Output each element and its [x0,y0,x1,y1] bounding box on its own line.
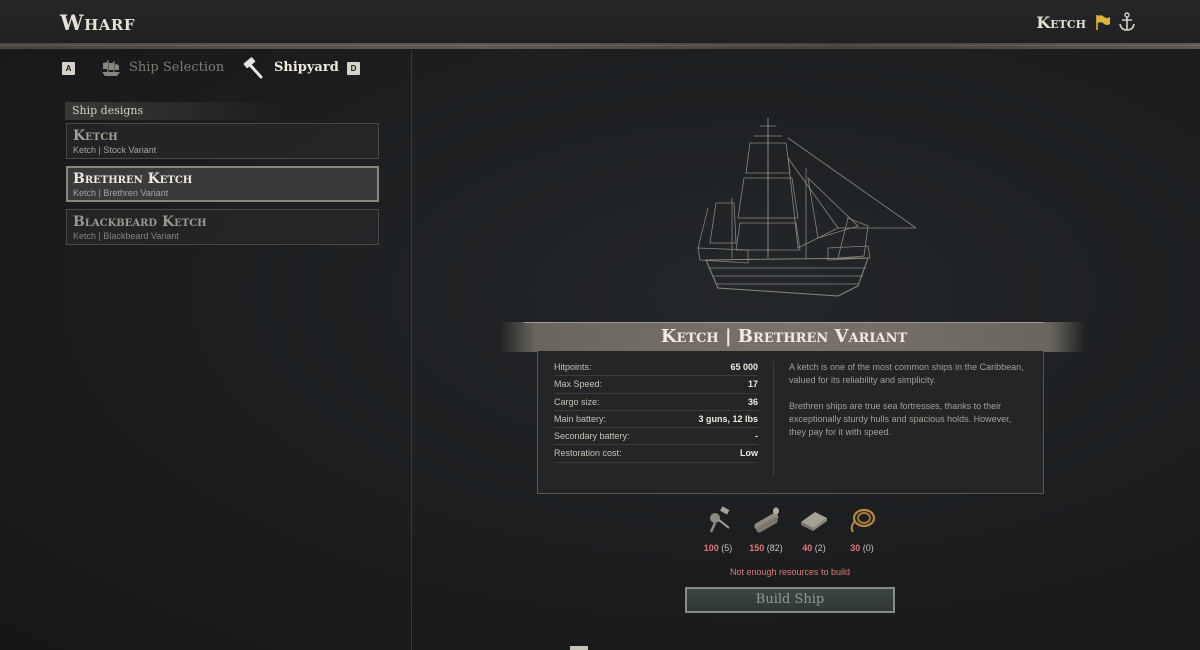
stat-value: - [755,431,758,442]
stat-label: Restoration cost: [554,448,622,459]
stat-label: Hitpoints: [554,362,592,372]
ship-info-box: Hitpoints: 65 000 Max Speed: 17 Cargo si… [537,351,1044,494]
resource-timber: 150 (82) [746,504,786,553]
resource-costs: 100 (5) 150 (82) 40 (2) 30 (0) [696,504,896,554]
resource-cloth: 40 (2) [794,504,834,553]
design-list: Ketch Ketch | Stock Variant Brethren Ket… [66,123,379,252]
description-paragraph: A ketch is one of the most common ships … [789,362,1024,385]
stat-value: 17 [747,379,758,390]
design-name: Brethren Ketch [73,171,193,187]
ship-designs-label: Ship designs [65,102,285,120]
tab-ship-selection[interactable]: Ship Selection [129,60,224,75]
rope-icon [850,508,876,533]
hammer-icon [243,57,263,79]
stat-label: Cargo size: [554,396,600,407]
page-title: Wharf [60,10,136,35]
design-item-ketch[interactable]: Ketch Ketch | Stock Variant [66,123,379,159]
next-tab-key[interactable]: D [347,62,360,75]
tab-bar: A Ship Selection Shipyard D [28,50,412,86]
flag-icon[interactable] [1094,13,1112,31]
stat-value: 65 000 [730,362,758,372]
design-name: Ketch [73,128,118,144]
design-variant: Ketch | Blackbeard Variant [73,231,179,241]
stat-value: Low [740,448,758,459]
tab-shipyard[interactable]: Shipyard [274,60,339,75]
resource-hardware: 100 (5) [698,504,738,553]
scroll-indicator [570,646,588,650]
hardware-icon [709,506,730,533]
design-item-brethren-ketch[interactable]: Brethren Ketch Ketch | Brethren Variant [66,166,379,202]
stat-row-secondary-battery: Secondary battery: - [554,428,758,446]
resource-have: (82) [766,543,783,553]
ship-description: A ketch is one of the most common ships … [789,361,1024,452]
stat-label: Secondary battery: [554,431,630,442]
description-paragraph: Brethren ships are true sea fortresses, … [789,401,1012,437]
top-bar-edge [0,43,1200,49]
left-panel: A Ship Selection Shipyard D Ship designs… [28,50,412,650]
timber-icon [754,507,779,533]
stat-row-max-speed: Max Speed: 17 [554,376,758,394]
prev-tab-key[interactable]: A [62,62,75,75]
info-divider [773,361,774,476]
design-variant: Ketch | Stock Variant [73,145,157,155]
resource-have: (0) [862,543,874,553]
stat-value: 3 guns, 12 lbs [698,413,758,424]
resource-need: 40 [802,543,813,553]
variant-title: Ketch | Brethren Variant [660,326,908,347]
cloth-icon [801,512,827,531]
stat-label: Max Speed: [554,379,603,390]
build-ship-button[interactable]: Build Ship [685,587,895,613]
ship-selection-icon [102,60,120,76]
anchor-icon[interactable] [1118,12,1136,32]
ship-blueprint-image [697,118,917,297]
stat-value: 36 [747,396,758,407]
stat-row-main-battery: Main battery: 3 guns, 12 lbs [554,411,758,429]
stat-row-cargo-size: Cargo size: 36 [554,394,758,411]
resource-rope: 30 (0) [842,504,882,553]
resource-need: 150 [749,543,765,553]
resource-need: 100 [703,543,719,553]
design-item-blackbeard-ketch[interactable]: Blackbeard Ketch Ketch | Blackbeard Vari… [66,209,379,245]
design-variant: Ketch | Brethren Variant [73,188,169,198]
stat-row-restoration-cost: Restoration cost: Low [554,445,758,463]
top-bar [0,0,1200,46]
design-name: Blackbeard Ketch [73,214,207,230]
stats-table: Hitpoints: 65 000 Max Speed: 17 Cargo si… [554,359,758,463]
not-enough-resources-warning: Not enough resources to build [729,567,851,577]
resource-have: (5) [721,543,733,553]
stat-label: Main battery: [554,413,607,424]
stat-row-hitpoints: Hitpoints: 65 000 [554,359,758,377]
resource-have: (2) [814,543,826,553]
resource-need: 30 [850,543,861,553]
current-ship-name: Ketch [1036,13,1086,32]
